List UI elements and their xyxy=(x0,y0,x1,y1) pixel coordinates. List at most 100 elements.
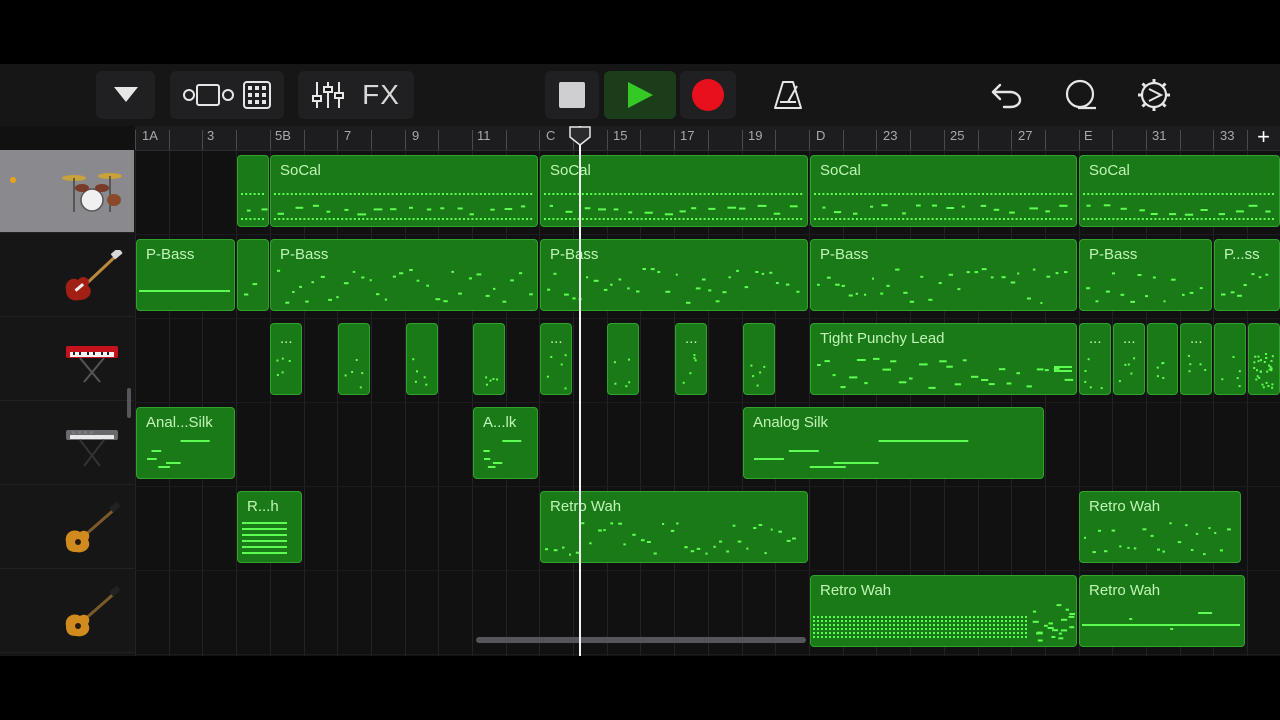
midi-note xyxy=(849,636,851,638)
midi-note xyxy=(278,218,281,220)
view-toggle-icon[interactable] xyxy=(183,82,235,108)
record-button[interactable] xyxy=(680,71,736,119)
region-keys[interactable]: ... xyxy=(1180,323,1212,395)
grid-view-icon[interactable] xyxy=(243,81,271,109)
region-bass[interactable] xyxy=(237,239,269,311)
region-bass[interactable]: P-Bass xyxy=(270,239,538,311)
region-keys[interactable] xyxy=(473,323,505,395)
midi-note xyxy=(433,193,436,195)
midi-note xyxy=(833,624,835,626)
region-keys[interactable] xyxy=(743,323,775,395)
midi-note xyxy=(682,193,685,195)
track-header-keys[interactable] xyxy=(0,318,134,401)
midi-note xyxy=(1061,218,1064,220)
region-guitar-1[interactable]: Retro Wah xyxy=(1079,491,1241,563)
midi-note xyxy=(843,218,846,220)
midi-note xyxy=(901,628,903,630)
playhead-handle-icon[interactable] xyxy=(568,126,592,146)
midi-note xyxy=(361,276,365,279)
fx-button[interactable]: FX xyxy=(362,79,400,111)
region-keys[interactable] xyxy=(338,323,370,395)
midi-note xyxy=(242,552,287,554)
midi-note xyxy=(408,218,411,220)
region-guitar-1[interactable]: R...h xyxy=(237,491,302,563)
midi-note xyxy=(549,204,553,207)
add-section-button[interactable]: + xyxy=(1257,124,1270,150)
midi-note xyxy=(845,616,847,618)
midi-note xyxy=(586,218,588,220)
timeline-ruler[interactable]: 1A 3 5B 7 9 11 C 15 17 19 D 23 25 27 E 3… xyxy=(135,124,1280,151)
region-bass[interactable]: P-Bass xyxy=(1079,239,1212,311)
midi-note xyxy=(1036,193,1039,195)
midi-note xyxy=(665,193,668,195)
midi-note xyxy=(800,218,803,220)
region-guitar-2[interactable]: Retro Wah xyxy=(810,575,1077,647)
midi-note xyxy=(569,218,572,220)
ruler-tick xyxy=(337,130,338,150)
region-keys[interactable] xyxy=(406,323,438,395)
region-keys[interactable]: ... xyxy=(1079,323,1111,395)
midi-note xyxy=(487,466,496,468)
region-keys[interactable] xyxy=(607,323,639,395)
region-keys[interactable]: ... xyxy=(270,323,302,395)
track-header-guitar-2[interactable] xyxy=(0,570,134,653)
midi-note xyxy=(906,193,909,195)
midi-note xyxy=(913,628,915,630)
region-keys[interactable]: ... xyxy=(540,323,572,395)
midi-note xyxy=(881,636,883,638)
midi-note xyxy=(1154,193,1157,195)
midi-note xyxy=(307,218,310,220)
midi-note xyxy=(1112,272,1115,275)
loop-browser-button[interactable] xyxy=(1062,71,1098,119)
midi-note xyxy=(1195,532,1199,535)
track-header-bass[interactable] xyxy=(0,234,134,317)
undo-button[interactable] xyxy=(988,71,1024,119)
midi-note xyxy=(261,208,268,211)
midi-note xyxy=(923,218,926,220)
region-keys[interactable]: ... xyxy=(1113,323,1145,395)
tracks-area[interactable]: SoCal SoCal SoCal SoCal P-Bass P-Bass P-… xyxy=(135,150,1280,656)
play-button[interactable] xyxy=(604,71,676,119)
midi-note xyxy=(791,193,794,195)
metronome-icon xyxy=(774,81,802,109)
region-drums[interactable]: SoCal xyxy=(270,155,538,227)
region-guitar-2[interactable]: Retro Wah xyxy=(1079,575,1245,647)
midi-note xyxy=(1118,380,1121,383)
region-analog-synth[interactable]: A...lk xyxy=(473,407,538,479)
midi-note xyxy=(1058,637,1064,640)
region-notes xyxy=(1187,354,1207,373)
region-keys[interactable] xyxy=(1248,323,1280,395)
vertical-scrollbar[interactable] xyxy=(127,388,131,418)
region-keys[interactable] xyxy=(1147,323,1178,395)
midi-note xyxy=(1246,193,1249,195)
horizontal-scrollbar[interactable] xyxy=(476,637,806,643)
midi-note xyxy=(1171,193,1174,195)
midi-note xyxy=(814,193,816,195)
track-header-analog-synth[interactable] xyxy=(0,402,134,485)
region-drums[interactable] xyxy=(237,155,269,227)
midi-note xyxy=(813,620,815,622)
region-keys[interactable]: ... xyxy=(675,323,707,395)
settings-button[interactable] xyxy=(1136,71,1172,119)
midi-note xyxy=(981,379,989,381)
midi-note xyxy=(877,632,879,634)
region-analog-synth[interactable]: Analog Silk xyxy=(743,407,1044,479)
stop-button[interactable] xyxy=(545,71,599,119)
mixer-icon[interactable] xyxy=(312,80,345,110)
region-bass[interactable]: P-Bass xyxy=(810,239,1077,311)
region-bass[interactable]: P...ss xyxy=(1214,239,1280,311)
region-bass[interactable]: P-Bass xyxy=(136,239,235,311)
region-drums[interactable]: SoCal xyxy=(810,155,1077,227)
region-analog-synth[interactable]: Anal...Silk xyxy=(136,407,235,479)
tracks-dropdown-button[interactable] xyxy=(96,71,155,119)
region-keys[interactable] xyxy=(1214,323,1246,395)
track-header-drums[interactable] xyxy=(0,150,134,233)
region-keys[interactable]: Tight Punchy Lead xyxy=(810,323,1077,395)
midi-note xyxy=(1009,636,1011,638)
midi-note xyxy=(1185,524,1188,527)
midi-note xyxy=(545,548,549,551)
midi-note xyxy=(1162,362,1165,364)
track-header-guitar-1[interactable] xyxy=(0,486,134,569)
metronome-button[interactable] xyxy=(770,71,806,119)
region-drums[interactable]: SoCal xyxy=(1079,155,1280,227)
